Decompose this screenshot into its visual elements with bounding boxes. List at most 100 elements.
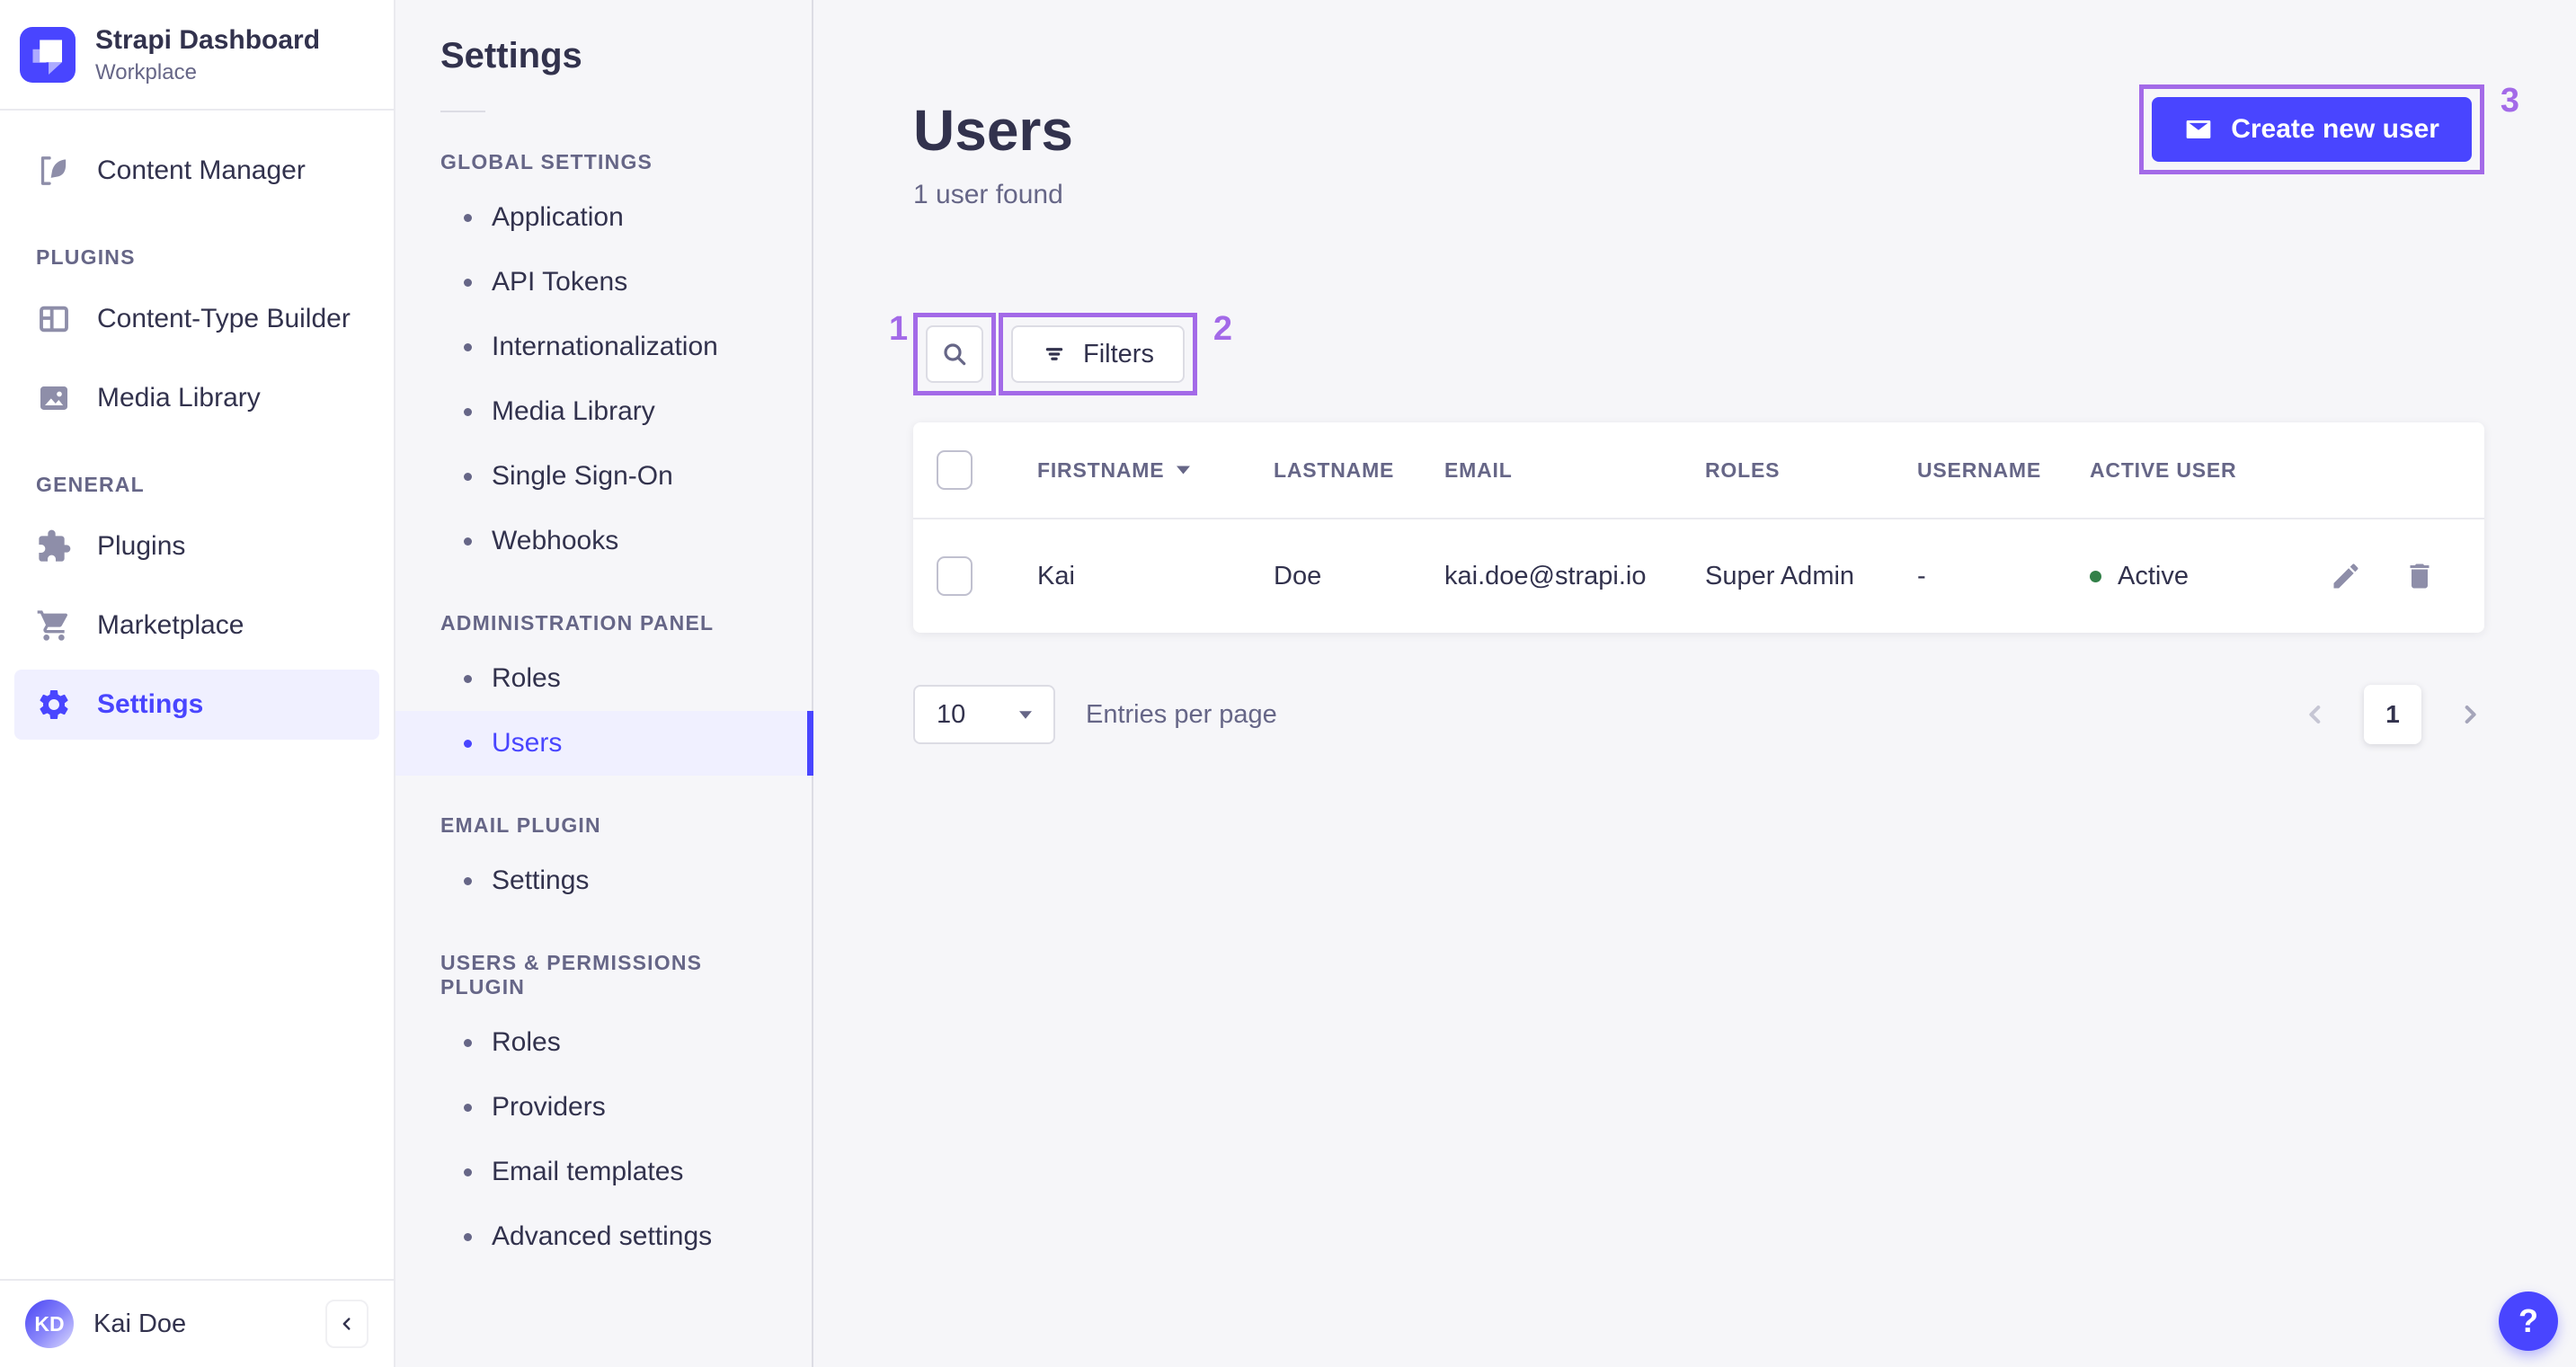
cell-firstname: Kai [1037, 561, 1075, 590]
table-actions-row: 1 Filters 2 [889, 312, 2484, 395]
bullet-icon [464, 739, 472, 748]
chevron-down-icon [1019, 710, 1032, 719]
row-actions [2301, 560, 2484, 592]
main-content: Users 1 user found Create new user 3 1 F… [813, 0, 2576, 1367]
settings-nav-item-users[interactable]: Users [395, 711, 813, 776]
sidebar-item-label: Content-Type Builder [97, 303, 351, 333]
sidebar-item-label: Marketplace [97, 609, 244, 640]
settings-nav-item-email-templates[interactable]: Email templates [395, 1140, 812, 1204]
settings-nav-item-roles-up[interactable]: Roles [395, 1010, 812, 1075]
bullet-icon [464, 342, 472, 351]
sidebar-item-label: Media Library [97, 382, 261, 413]
settings-nav-label: Roles [492, 1027, 561, 1057]
bullet-icon [464, 876, 472, 885]
user-count: 1 user found [913, 180, 1063, 209]
content-type-builder-icon [36, 301, 72, 337]
settings-nav-label: Application [492, 202, 624, 232]
column-header-lastname[interactable]: LASTNAME [1274, 458, 1444, 483]
sidebar-item-label: Content Manager [97, 155, 306, 185]
cell-email: kai.doe@strapi.io [1444, 561, 1647, 590]
sidebar-item-plugins[interactable]: Plugins [14, 511, 379, 581]
sidebar-item-content-type-builder[interactable]: Content-Type Builder [14, 284, 379, 354]
settings-nav-item-application[interactable]: Application [395, 185, 812, 250]
main-sidebar: Strapi Dashboard Workplace Content Manag… [0, 0, 395, 1367]
sidebar-item-content-manager[interactable]: Content Manager [14, 136, 379, 206]
status-label: Active [2118, 561, 2189, 590]
delete-user-button[interactable] [2403, 560, 2436, 592]
search-icon [940, 340, 969, 368]
plugins-group: Content-Type Builder Media Library [14, 284, 379, 433]
settings-nav-label: Single Sign-On [492, 461, 673, 491]
settings-nav-item-single-sign-on[interactable]: Single Sign-On [395, 444, 812, 509]
settings-sub-sidebar: Settings GLOBAL SETTINGS Application API… [395, 0, 813, 1367]
pager: 1 [2301, 685, 2484, 744]
annotation-box-2: Filters 2 [999, 312, 1232, 395]
bullet-icon [464, 1038, 472, 1047]
entries-per-page-label: Entries per page [1086, 699, 1277, 729]
strapi-logo-icon [20, 27, 76, 84]
sidebar-nav: Content Manager PLUGINS Content-Type Bui… [0, 111, 394, 1280]
page-size-value: 10 [937, 699, 966, 729]
next-page-button[interactable] [2456, 700, 2484, 729]
settings-nav-item-media-library[interactable]: Media Library [395, 379, 812, 444]
divider [440, 111, 485, 112]
row-checkbox[interactable] [937, 556, 973, 596]
cell-roles: Super Admin [1705, 561, 1855, 590]
page-size-select[interactable]: 10 [913, 685, 1055, 744]
cell-active-status: Active [2090, 562, 2301, 591]
column-header-username[interactable]: USERNAME [1917, 458, 2090, 483]
avatar[interactable]: KD [25, 1300, 74, 1348]
settings-nav-item-api-tokens[interactable]: API Tokens [395, 250, 812, 315]
sidebar-item-settings[interactable]: Settings [14, 669, 379, 740]
settings-nav-label: API Tokens [492, 267, 628, 297]
search-button[interactable] [926, 325, 983, 383]
annotation-number-3: 3 [2500, 82, 2519, 120]
sidebar-item-marketplace[interactable]: Marketplace [14, 590, 379, 661]
edit-user-button[interactable] [2330, 560, 2362, 592]
page-number-1[interactable]: 1 [2364, 685, 2421, 744]
settings-nav-label: Internationalization [492, 332, 718, 361]
settings-nav-label: Webhooks [492, 526, 619, 555]
bullet-icon [464, 1232, 472, 1241]
help-button[interactable]: ? [2499, 1292, 2558, 1351]
column-label: FIRSTNAME [1037, 457, 1165, 482]
table-header-row: FIRSTNAME LASTNAME EMAIL ROLES USERNAME … [913, 422, 2484, 518]
section-label: EMAIL PLUGIN [440, 813, 601, 837]
previous-page-button[interactable] [2301, 700, 2330, 729]
column-header-active-user[interactable]: ACTIVE USER [2090, 458, 2301, 483]
sidebar-item-media-library[interactable]: Media Library [14, 363, 379, 433]
section-label: USERS & PERMISSIONS PLUGIN [440, 951, 703, 999]
users-table: FIRSTNAME LASTNAME EMAIL ROLES USERNAME … [913, 422, 2484, 633]
create-button-label: Create new user [2231, 114, 2439, 144]
annotation-number-1: 1 [889, 310, 909, 348]
settings-nav-item-internationalization[interactable]: Internationalization [395, 315, 812, 379]
bullet-icon [464, 674, 472, 683]
column-header-roles[interactable]: ROLES [1705, 458, 1917, 483]
trash-icon [2410, 564, 2429, 589]
settings-nav-item-providers[interactable]: Providers [395, 1075, 812, 1140]
select-all-checkbox[interactable] [937, 450, 973, 490]
settings-nav-item-roles-admin[interactable]: Roles [395, 646, 812, 711]
chevron-left-icon [337, 1314, 357, 1334]
create-new-user-button[interactable]: Create new user [2152, 97, 2472, 162]
settings-nav-title: Settings [440, 36, 582, 75]
column-header-firstname[interactable]: FIRSTNAME [1037, 458, 1274, 483]
page-header: Users 1 user found Create new user 3 [913, 84, 2519, 210]
column-header-email[interactable]: EMAIL [1444, 458, 1705, 483]
settings-nav-item-email-settings[interactable]: Settings [395, 848, 812, 913]
cell-lastname: Doe [1274, 561, 1322, 590]
row-checkbox-cell [913, 556, 1037, 596]
table-row[interactable]: Kai Doe kai.doe@strapi.io Super Admin - … [913, 519, 2484, 633]
collapse-sidebar-button[interactable] [325, 1300, 369, 1348]
settings-nav-item-webhooks[interactable]: Webhooks [395, 509, 812, 573]
media-library-icon [36, 380, 72, 416]
sidebar-section-plugins: PLUGINS [36, 244, 136, 269]
title-block: Users 1 user found [913, 84, 1073, 210]
envelope-icon [2184, 115, 2213, 144]
settings-nav-item-advanced-settings[interactable]: Advanced settings [395, 1204, 812, 1269]
section-label: ADMINISTRATION PANEL [440, 611, 715, 635]
filters-button[interactable]: Filters [1011, 325, 1185, 383]
bullet-icon [464, 278, 472, 287]
workspace-brand[interactable]: Strapi Dashboard Workplace [0, 0, 394, 109]
cell-username: - [1917, 561, 1926, 590]
